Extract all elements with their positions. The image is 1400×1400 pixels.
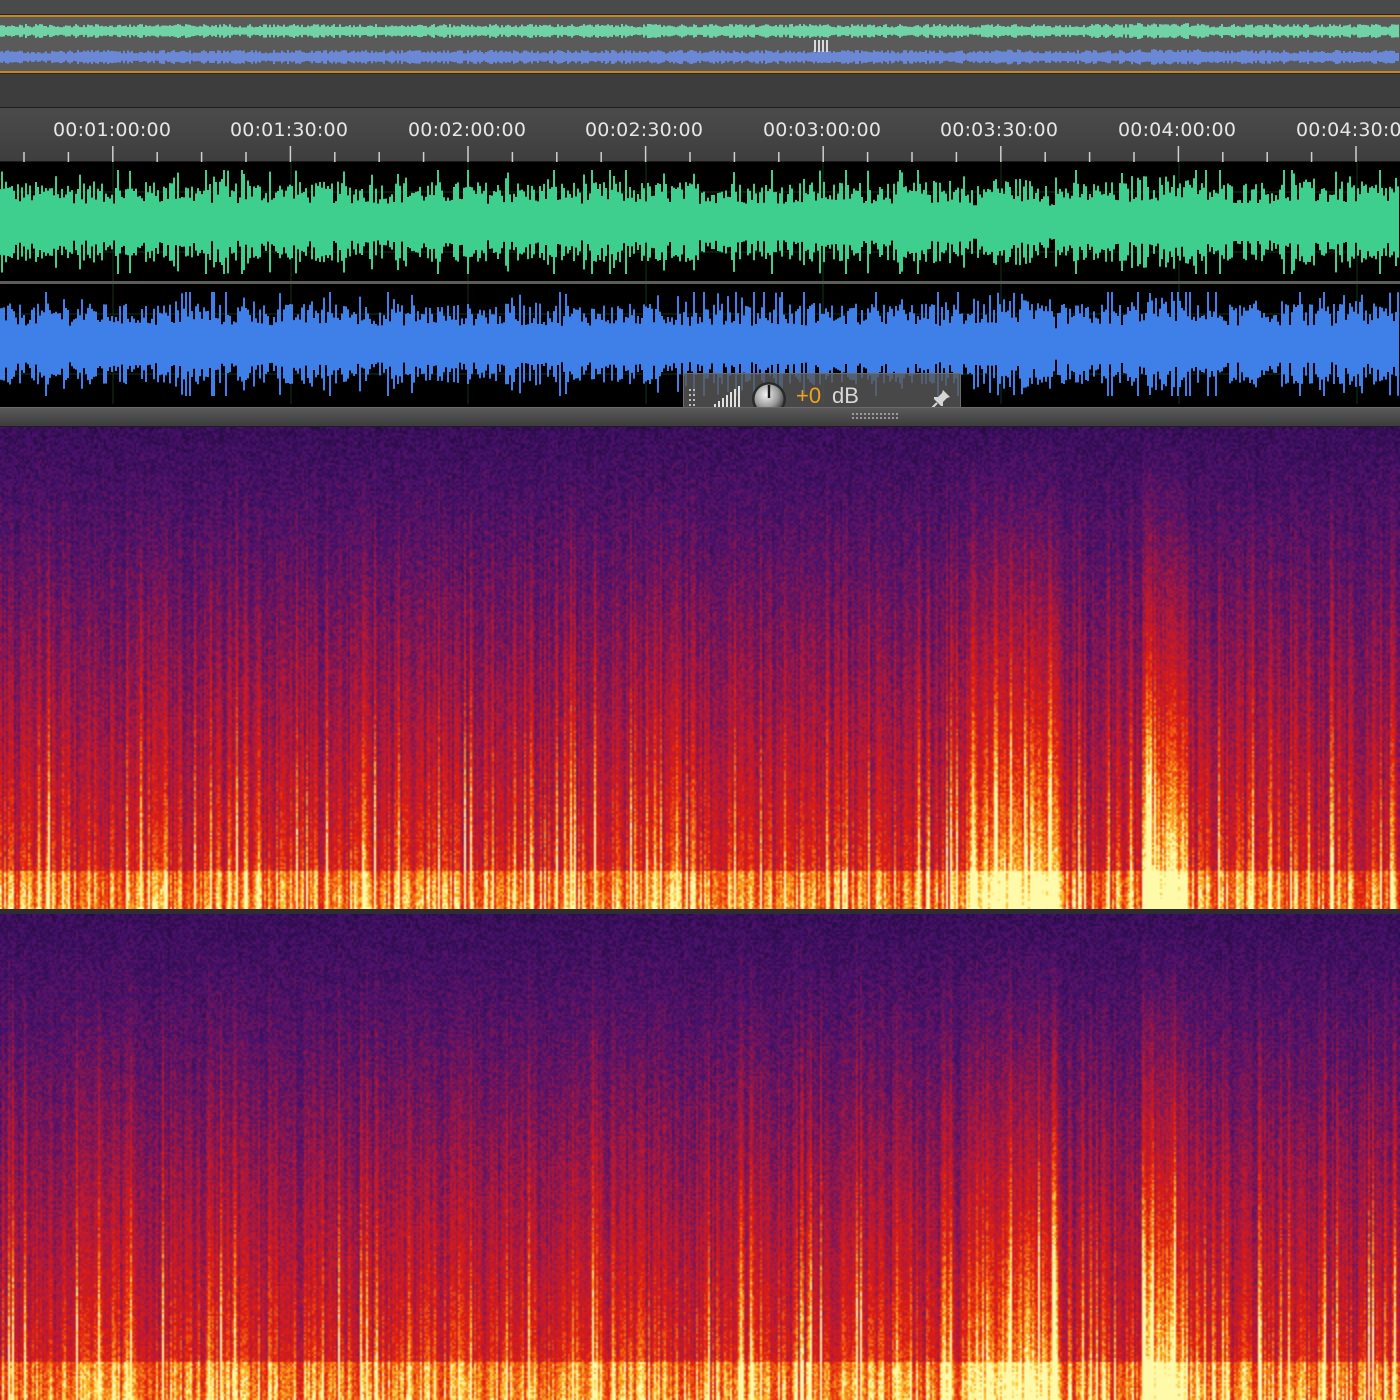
overview-waveform <box>0 22 1399 65</box>
spectrogram-canvas <box>0 914 1400 1400</box>
ruler-tick-label: 00:03:00:00 <box>763 119 882 141</box>
left-channel-waveform[interactable] <box>0 162 1400 282</box>
right-channel-spectrogram[interactable] <box>0 914 1400 1400</box>
left-channel-spectrogram[interactable] <box>0 427 1400 909</box>
ruler-tick-label: 00:04:00:00 <box>1118 119 1237 141</box>
ruler-tick-label: 00:01:30:00 <box>230 119 349 141</box>
overview-navigator[interactable] <box>0 0 1400 108</box>
overview-grip-icon[interactable] <box>813 39 829 53</box>
overview-scrollbar[interactable] <box>0 0 1400 15</box>
gain-value-field[interactable]: +0 <box>796 384 822 408</box>
ruler-tick-label: 00:03:30:00 <box>940 119 1059 141</box>
view-splitter[interactable] <box>0 407 1400 427</box>
splitter-handle-icon[interactable] <box>852 413 902 421</box>
overview-zoom-range[interactable] <box>0 15 1400 73</box>
ruler-tick-label: 00:01:00:00 <box>53 119 172 141</box>
spectrogram-canvas <box>0 427 1400 909</box>
timeline-ruler[interactable]: 00:01:00:00 00:01:30:00 00:02:00:00 00:0… <box>0 108 1400 162</box>
ruler-tick-label: 00:04:30:00 <box>1296 119 1400 141</box>
ruler-tick-label: 00:02:00:00 <box>408 119 527 141</box>
gain-unit-label: dB <box>832 383 859 408</box>
spectral-frequency-display[interactable] <box>0 427 1400 1400</box>
ruler-tick-label: 00:02:30:00 <box>585 119 704 141</box>
waveform-editor[interactable]: +0 dB <box>0 162 1400 426</box>
overview-lower-bar <box>0 73 1400 108</box>
